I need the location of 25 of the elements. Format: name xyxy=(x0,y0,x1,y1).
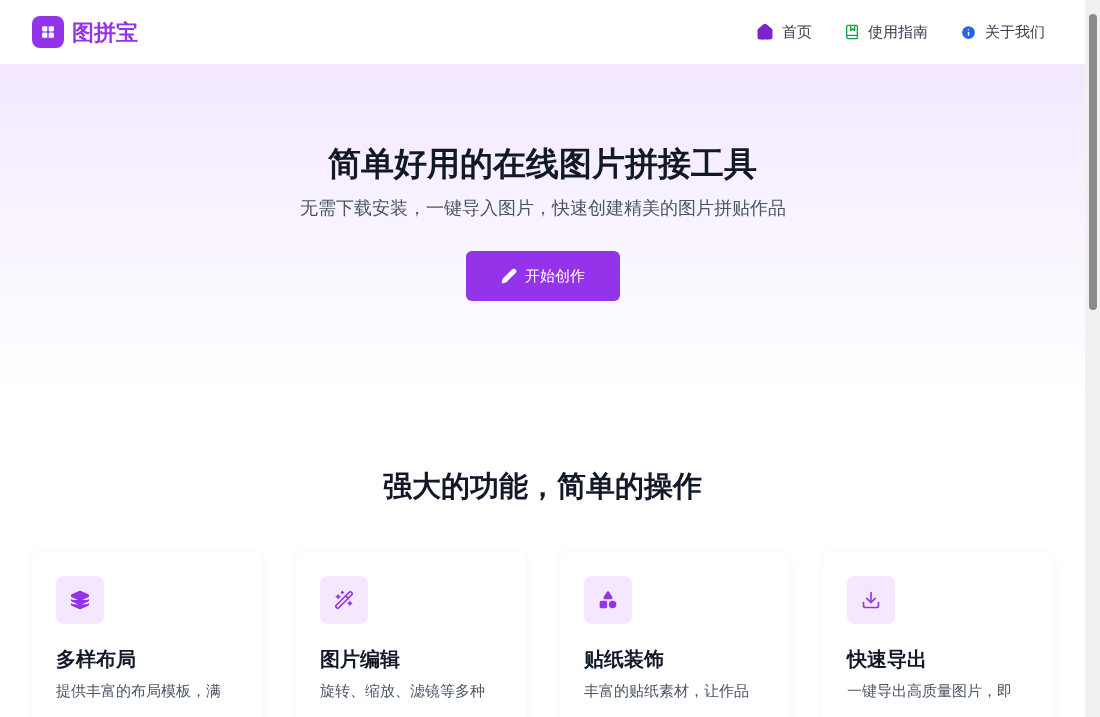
feature-description: 提供丰富的布局模板，满 xyxy=(56,681,222,702)
section-title: 强大的功能，简单的操作 xyxy=(382,468,703,505)
logo-text: 图拼宝 xyxy=(72,18,138,47)
home-icon xyxy=(756,23,774,41)
layers-icon xyxy=(70,590,90,610)
nav-link[interactable]: 关于我们 xyxy=(960,20,1045,44)
nav-link[interactable]: 使用指南 xyxy=(844,20,928,44)
pencil-icon xyxy=(500,268,517,284)
feature-title: 多样布局 xyxy=(56,646,137,673)
magic-wand-icon xyxy=(333,590,354,610)
start-button[interactable]: 开始创作 xyxy=(465,251,620,301)
hero-subtitle: 无需下载安装，一键导入图片，快速创建精美的图片拼贴作品 xyxy=(299,196,786,220)
logo-icon xyxy=(32,16,64,48)
shapes-icon xyxy=(597,590,618,610)
feature-description: 丰富的贴纸素材，让作品 xyxy=(583,681,750,702)
nav-link[interactable]: 首页 xyxy=(756,20,812,44)
feature-title: 图片编辑 xyxy=(319,646,401,673)
book-icon xyxy=(844,24,860,40)
hero-title: 简单好用的在线图片拼接工具 xyxy=(328,143,757,185)
feature-description: 旋转、缩放、滤镜等多种 xyxy=(319,681,486,702)
feature-title: 快速导出 xyxy=(847,646,929,673)
info-icon xyxy=(960,23,977,41)
feature-title: 贴纸装饰 xyxy=(583,646,665,673)
feature-description: 一键导出高质量图片，即 xyxy=(847,681,1014,702)
download-icon xyxy=(861,590,882,610)
